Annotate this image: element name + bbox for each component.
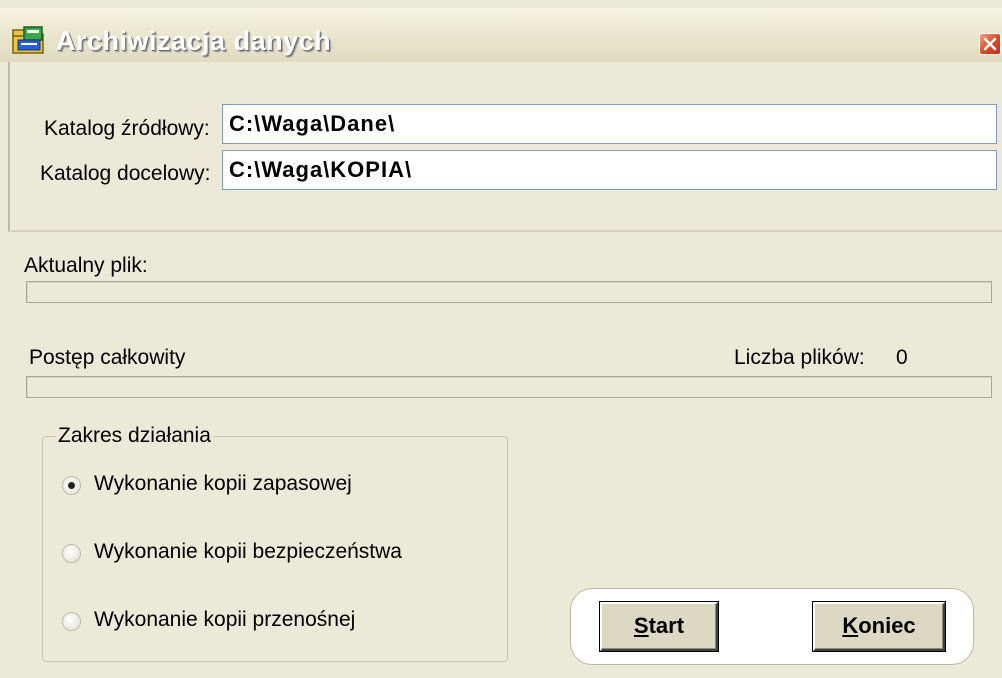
- radio-backup-label: Wykonanie kopii zapasowej: [94, 472, 352, 495]
- start-button-mnemonic: S: [633, 613, 649, 638]
- radio-portable-copy[interactable]: Wykonanie kopii przenośnej: [62, 608, 402, 638]
- close-icon: [983, 37, 997, 51]
- radio-backup[interactable]: Wykonanie kopii zapasowej: [62, 472, 392, 502]
- source-directory-label: Katalog źródłowy:: [44, 117, 210, 140]
- target-directory-label: Katalog docelowy:: [40, 162, 211, 185]
- radio-portable-copy-circle[interactable]: [62, 612, 81, 631]
- source-directory-field[interactable]: C:\Waga\Dane\: [222, 104, 997, 144]
- end-button[interactable]: Koniec: [813, 602, 945, 651]
- title-bar[interactable]: Archiwizacja danych: [0, 8, 1002, 62]
- target-directory-field[interactable]: C:\Waga\KOPIA\: [222, 150, 997, 190]
- radio-security-copy-label: Wykonanie kopii bezpieczeństwa: [94, 540, 402, 563]
- total-progress-bar: [26, 376, 992, 398]
- current-file-progress-bar: [26, 281, 992, 303]
- folder-archive-icon: [12, 26, 44, 54]
- directories-panel: Katalog źródłowy: C:\Waga\Dane\ Katalog …: [8, 62, 1002, 232]
- archive-dialog: Archiwizacja danych Katalog źródłowy: C:…: [0, 0, 1002, 678]
- current-file-label: Aktualny plik:: [24, 254, 148, 277]
- close-button[interactable]: [979, 33, 1001, 55]
- scope-legend: Zakres działania: [56, 424, 213, 448]
- file-count-value: 0: [896, 346, 908, 369]
- radio-portable-copy-label: Wykonanie kopii przenośnej: [94, 608, 356, 631]
- end-button-label: oniec: [858, 613, 916, 638]
- radio-security-copy[interactable]: Wykonanie kopii bezpieczeństwa: [62, 540, 442, 570]
- radio-backup-circle[interactable]: [62, 476, 81, 495]
- radio-security-copy-circle[interactable]: [62, 544, 81, 563]
- start-button[interactable]: Start: [600, 602, 718, 651]
- end-button-mnemonic: K: [842, 613, 859, 638]
- window-title: Archiwizacja danych: [56, 26, 332, 56]
- action-button-panel: Start Koniec: [570, 588, 974, 665]
- file-count-label: Liczba plików:: [734, 346, 865, 369]
- start-button-label: tart: [648, 613, 685, 638]
- total-progress-label: Postęp całkowity: [29, 346, 186, 369]
